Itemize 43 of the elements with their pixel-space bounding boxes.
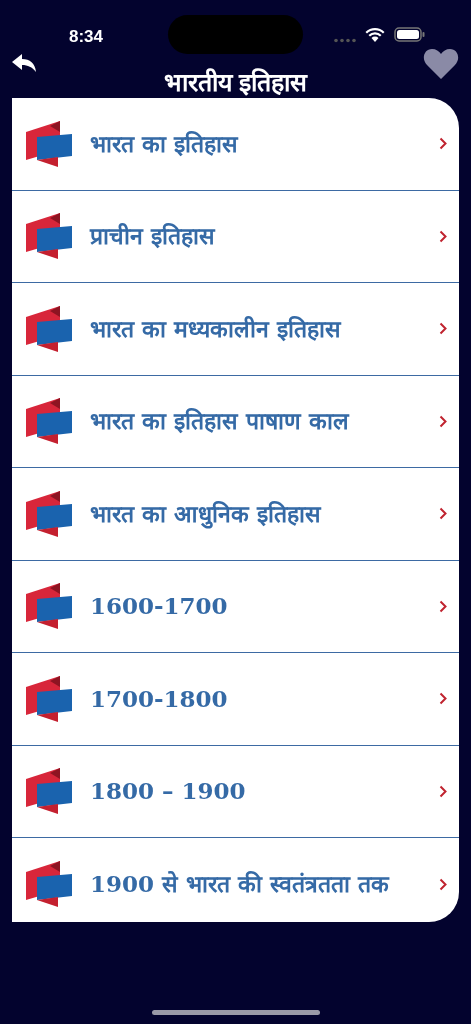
topic-row[interactable]: प्राचीन इतिहास [12,190,459,283]
ribbon-logo-icon [24,397,74,446]
topic-label: प्राचीन इतिहास [90,221,217,251]
topic-row[interactable]: भारत का इतिहास पाषाण काल [12,375,459,468]
favorite-icon[interactable] [423,48,459,80]
topic-row[interactable]: 1600-1700 [12,560,459,653]
topic-label: 1800 – 1900 [90,776,247,806]
topic-label: भारत का मध्यकालीन इतिहास [90,313,343,344]
ribbon-logo-icon [24,304,74,353]
chevron-icon [439,229,447,243]
topic-row[interactable]: 1800 – 1900 [12,745,459,838]
topic-label: 1600-1700 [90,591,229,621]
chevron-icon [439,322,447,336]
chevron-icon [439,599,447,613]
topic-label: भारत का इतिहास [90,128,240,159]
topic-row[interactable]: भारत का मध्यकालीन इतिहास [12,283,459,376]
ribbon-logo-icon [24,119,74,168]
signal-icon [334,38,358,43]
topic-label: 1900 से भारत की स्वतंत्रतता तक [90,869,391,899]
wifi-icon [365,27,385,42]
topic-row[interactable]: 1900 से भारत की स्वतंत्रतता तक [12,838,459,922]
topic-row[interactable]: भारत का आधुनिक इतिहास [12,468,459,561]
ribbon-logo-icon [24,674,74,723]
topic-row[interactable]: भारत का इतिहास [12,98,459,191]
battery-icon [394,27,426,42]
status-time: 8:34 [69,26,104,48]
topic-label: 1700-1800 [90,683,229,714]
topic-label: भारत का इतिहास पाषाण काल [90,406,351,436]
chevron-icon [439,137,447,151]
screen-title: भारतीय इतिहास [163,68,308,96]
ribbon-logo-icon [24,860,74,909]
chevron-icon [439,692,447,706]
chevron-icon [439,507,447,521]
back-icon[interactable] [11,54,37,74]
chevron-icon [439,877,447,891]
ribbon-logo-icon [24,582,74,631]
topic-row[interactable]: 1700-1800 [12,653,459,746]
ribbon-logo-icon [24,212,74,261]
chevron-icon [439,414,447,428]
ribbon-logo-icon [24,489,74,538]
chevron-icon [439,784,447,798]
topic-label: भारत का आधुनिक इतिहास [90,498,323,531]
ribbon-logo-icon [24,767,74,816]
